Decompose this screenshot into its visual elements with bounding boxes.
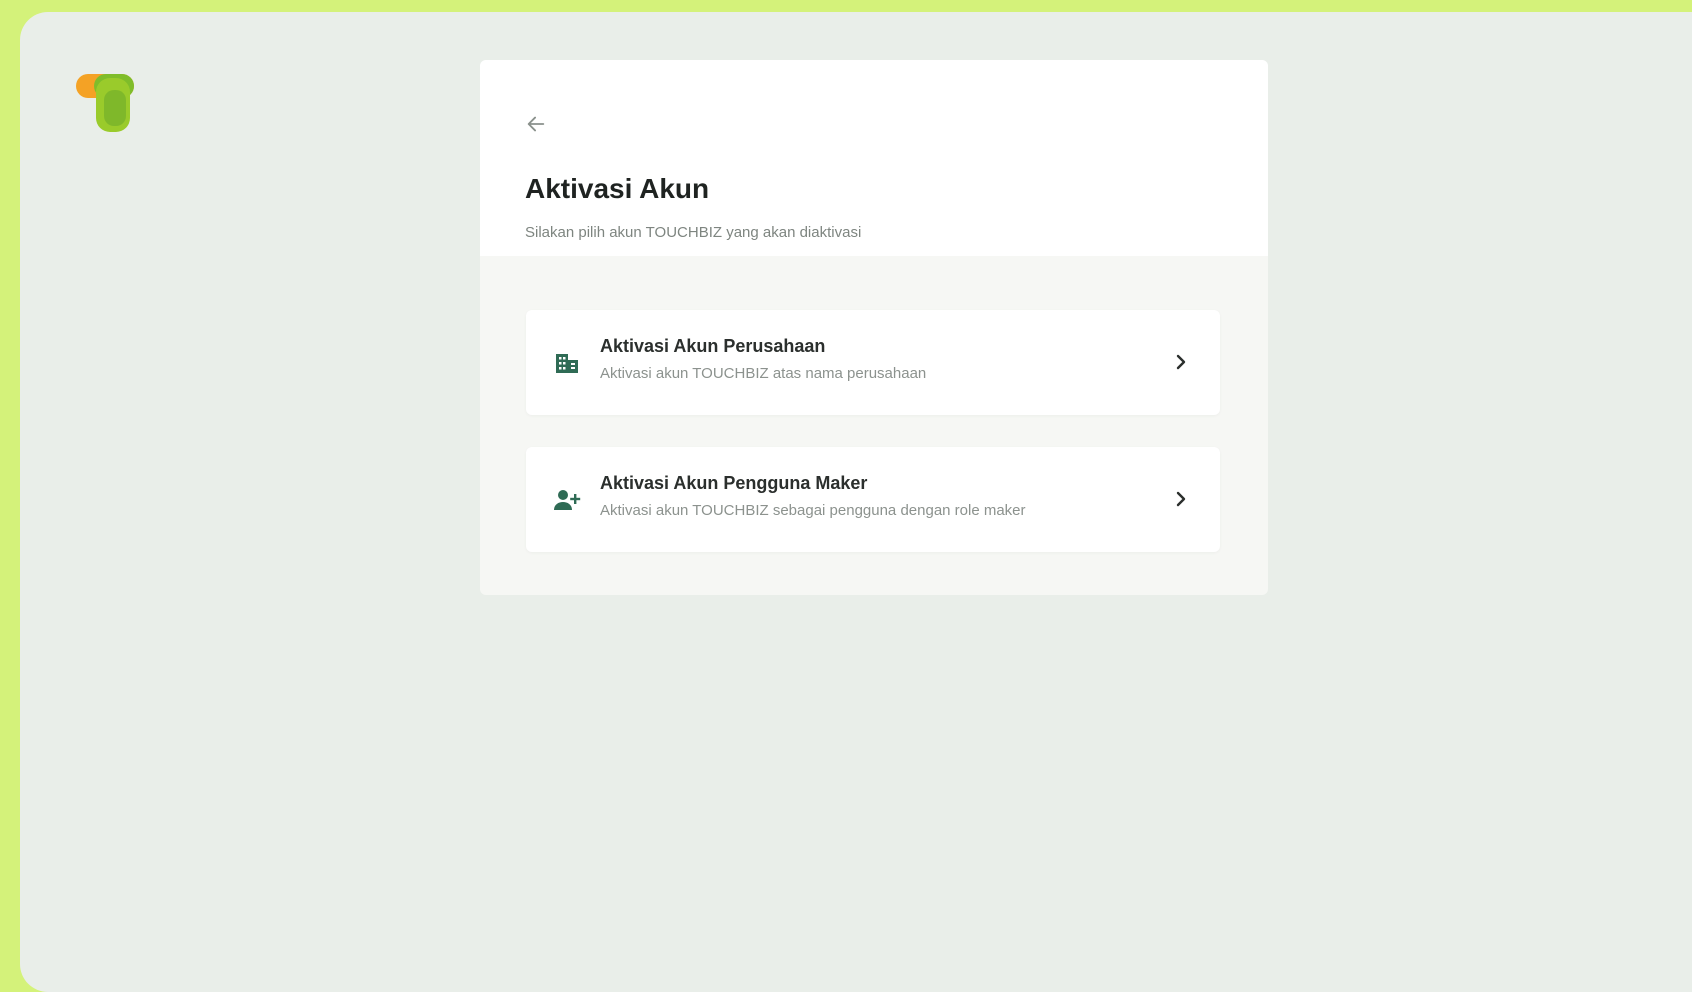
- option-company-title: Aktivasi Akun Perusahaan: [600, 336, 826, 356]
- option-company-description: Aktivasi akun TOUCHBIZ atas nama perusah…: [600, 365, 927, 382]
- activation-card: Aktivasi Akun Silakan pilih akun TOUCHBI…: [480, 60, 1268, 595]
- option-company-activation[interactable]: Aktivasi Akun Perusahaan Aktivasi akun T…: [526, 310, 1220, 415]
- page-subtitle: Silakan pilih akun TOUCHBIZ yang akan di…: [525, 224, 862, 241]
- option-maker-title: Aktivasi Akun Pengguna Maker: [600, 473, 868, 493]
- chevron-right-icon: [1170, 487, 1192, 511]
- user-plus-icon: [552, 485, 582, 515]
- logo-mark: [76, 74, 134, 132]
- option-list: Aktivasi Akun Perusahaan Aktivasi akun T…: [526, 310, 1220, 584]
- arrow-left-icon: [527, 116, 545, 132]
- card-header: Aktivasi Akun Silakan pilih akun TOUCHBI…: [480, 60, 1268, 256]
- touchbiz-logo: [74, 68, 144, 138]
- option-maker-description: Aktivasi akun TOUCHBIZ sebagai pengguna …: [600, 502, 1026, 519]
- option-maker-activation[interactable]: Aktivasi Akun Pengguna Maker Aktivasi ak…: [526, 447, 1220, 552]
- building-icon: [552, 348, 582, 378]
- back-button[interactable]: [522, 110, 550, 138]
- app-frame: Aktivasi Akun Silakan pilih akun TOUCHBI…: [20, 12, 1692, 992]
- page-title: Aktivasi Akun: [525, 173, 710, 204]
- chevron-right-icon: [1170, 350, 1192, 374]
